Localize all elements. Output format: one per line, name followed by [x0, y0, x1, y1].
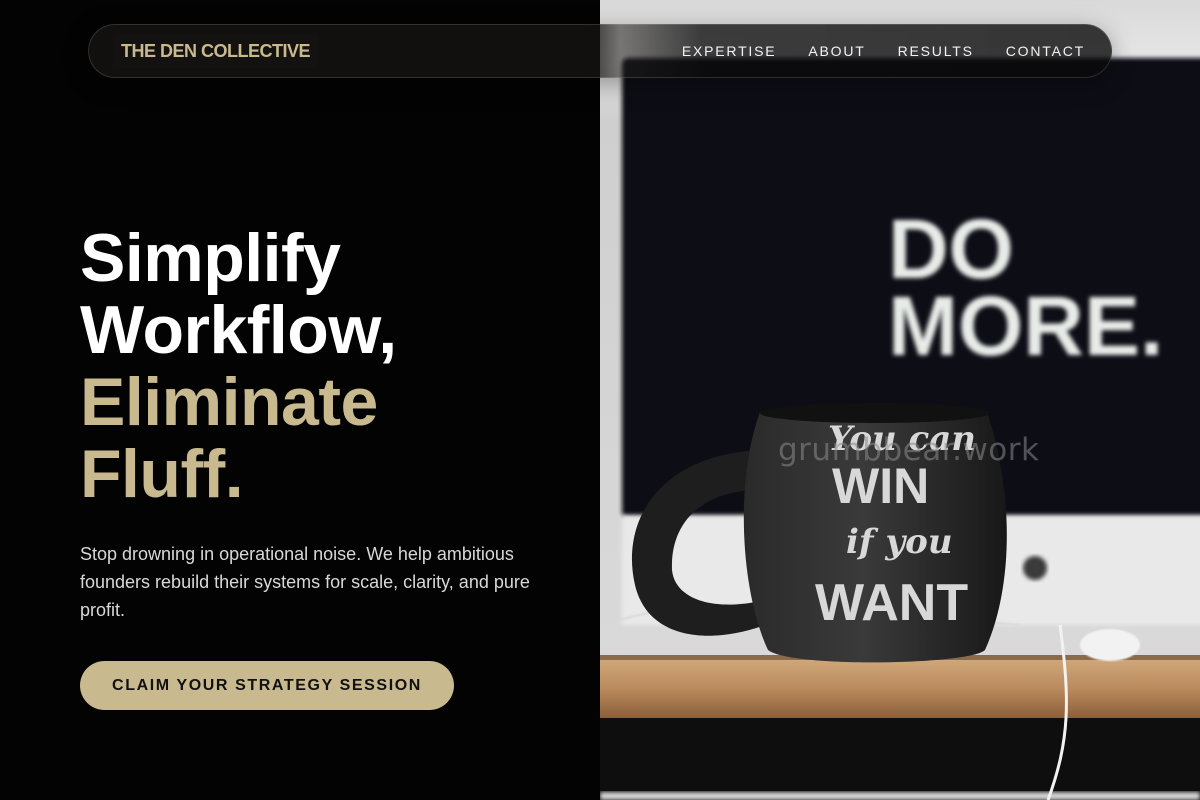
hero-subtitle: Stop drowning in operational noise. We h…	[80, 544, 530, 620]
nav-link-expertise[interactable]: EXPERTISE	[682, 43, 777, 59]
mug-photo-illustration: DO MORE. You can WIN if you WANT	[600, 58, 1200, 800]
nav-links: EXPERTISE ABOUT RESULTS CONTACT	[682, 43, 1085, 59]
screen-text-more: MORE.	[888, 279, 1163, 373]
nav-link-contact[interactable]: CONTACT	[1006, 43, 1085, 59]
hero-section: Simplify Workflow, Eliminate Fluff. Stop…	[80, 222, 580, 710]
landing-page: DO MORE. You can WIN if you WANT THE DEN…	[0, 0, 1200, 800]
hero-headline: Simplify Workflow, Eliminate Fluff.	[80, 222, 580, 510]
headline-line-3: Eliminate	[80, 364, 378, 440]
wooden-shelf	[600, 660, 1200, 718]
mug-text-want: WANT	[815, 574, 968, 632]
claim-strategy-session-button[interactable]: CLAIM YOUR STRATEGY SESSION	[80, 661, 454, 710]
top-navbar: THE DEN COLLECTIVE EXPERTISE ABOUT RESUL…	[88, 24, 1112, 78]
headline-line-4: Fluff.	[80, 436, 244, 512]
watermark-text: grumbbear.work	[778, 432, 1040, 468]
earbud	[1080, 629, 1140, 661]
mug-text-if-you: if you	[846, 522, 953, 562]
nav-link-results[interactable]: RESULTS	[898, 43, 974, 59]
hero-photo: DO MORE. You can WIN if you WANT	[600, 0, 1200, 800]
headline-line-2: Workflow,	[80, 292, 397, 368]
brand-logo[interactable]: THE DEN COLLECTIVE	[113, 34, 319, 68]
headline-line-1: Simplify	[80, 220, 341, 296]
nav-link-about[interactable]: ABOUT	[808, 43, 865, 59]
